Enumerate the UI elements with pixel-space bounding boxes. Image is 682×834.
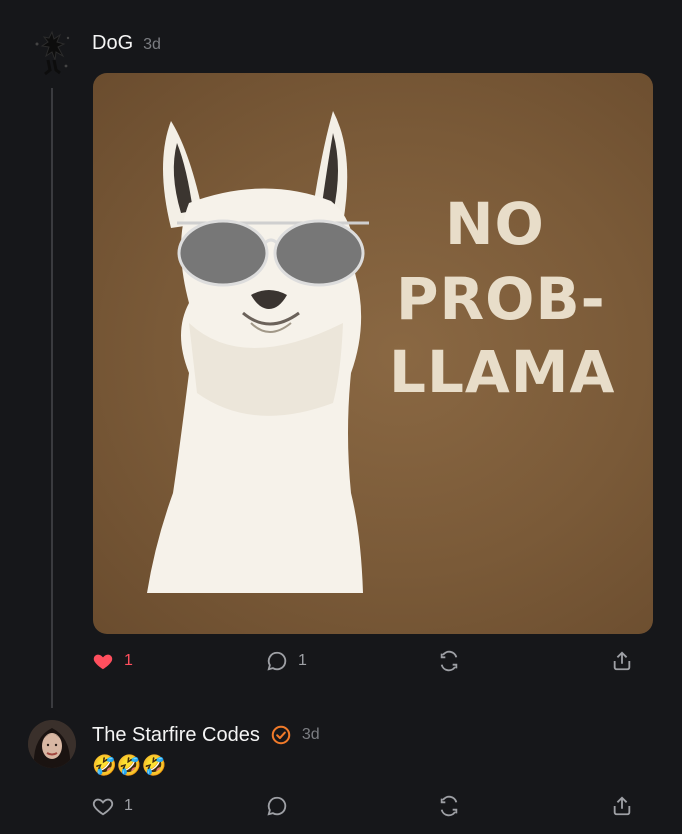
share-icon <box>611 650 633 672</box>
thread-connector-line <box>51 88 53 708</box>
repost-icon <box>438 650 460 672</box>
avatar[interactable] <box>28 720 76 768</box>
like-button[interactable]: 1 <box>92 650 133 672</box>
timestamp[interactable]: 3d <box>302 726 320 744</box>
comment-icon <box>266 650 288 672</box>
like-count: 1 <box>124 797 133 814</box>
heart-icon <box>92 795 114 817</box>
timestamp[interactable]: 3d <box>143 36 161 54</box>
caption-line-3: LLAMA <box>389 338 616 406</box>
image-caption-text: NO PROB- LLAMA <box>93 73 653 634</box>
username[interactable]: DoG <box>92 32 133 55</box>
reply-button[interactable] <box>266 795 288 817</box>
share-button[interactable] <box>611 795 633 817</box>
repost-button[interactable] <box>438 795 460 817</box>
reply-button[interactable]: 1 <box>266 650 307 672</box>
repost-button[interactable] <box>438 650 460 672</box>
comment-icon <box>266 795 288 817</box>
post-text: 🤣🤣🤣 <box>92 753 167 777</box>
caption-line-1: NO <box>445 190 545 258</box>
share-icon <box>611 795 633 817</box>
like-count: 1 <box>124 652 133 669</box>
post-header: The Starfire Codes 3d <box>92 722 320 748</box>
verified-badge-icon <box>270 724 292 746</box>
like-button[interactable]: 1 <box>92 795 133 817</box>
share-button[interactable] <box>611 650 633 672</box>
heart-icon <box>92 650 114 672</box>
username[interactable]: The Starfire Codes <box>92 724 260 747</box>
post-header: DoG 3d <box>92 32 161 56</box>
avatar[interactable] <box>28 26 76 78</box>
post-image[interactable]: NO PROB- LLAMA <box>93 73 653 634</box>
caption-line-2: PROB- <box>396 265 606 333</box>
repost-icon <box>438 795 460 817</box>
reply-count: 1 <box>298 652 307 669</box>
